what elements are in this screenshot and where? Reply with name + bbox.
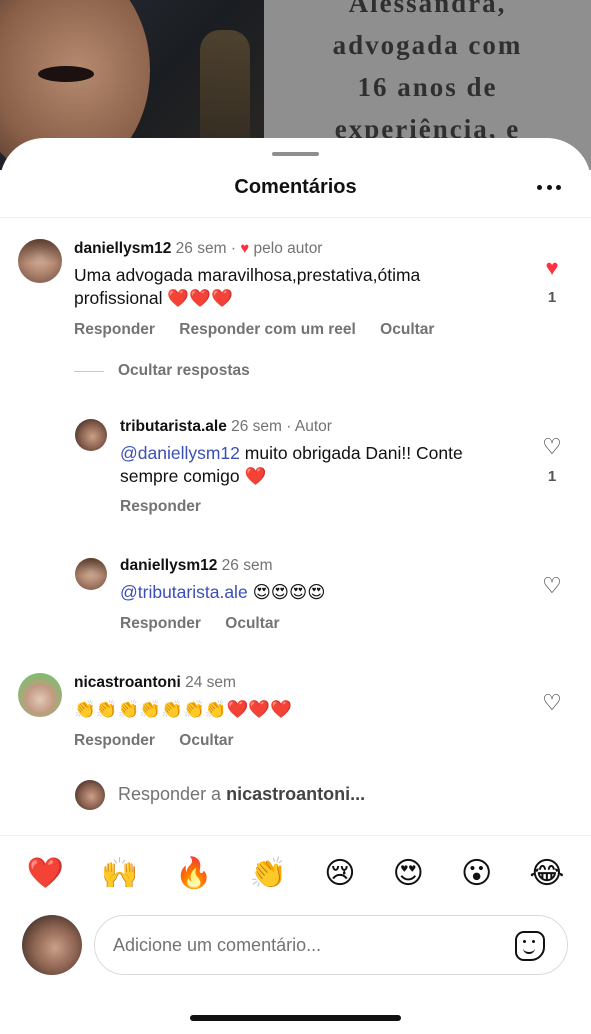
comment-text-body: 😍😍😍😍 <box>252 582 326 602</box>
hide-button[interactable]: Ocultar <box>225 615 279 632</box>
avatar[interactable] <box>18 239 62 283</box>
post-caption-line: Alessandra, <box>348 0 507 18</box>
post-caption-line: 16 anos de <box>357 72 498 102</box>
avatar[interactable] <box>18 673 62 717</box>
avatar[interactable] <box>75 558 107 590</box>
comment-text: 👏👏👏👏👏👏👏❤️❤️❤️ <box>74 699 292 719</box>
comment-actions: Responder <box>120 498 221 516</box>
mention-link[interactable]: @daniellysm12 <box>120 443 240 463</box>
comment-time: 26 sem <box>175 240 227 257</box>
more-options-icon[interactable] <box>537 185 561 191</box>
comments-sheet: Comentários daniellysm12 26 sem · ♥ pelo… <box>0 138 591 1034</box>
replying-to-username: nicastroantoni... <box>226 784 366 804</box>
avatar[interactable] <box>75 419 107 451</box>
author-heart-icon: ♥ <box>240 240 250 257</box>
hide-button[interactable]: Ocultar <box>179 732 233 749</box>
emoji-laughing-button[interactable]: 😂 <box>529 856 564 891</box>
reply-button[interactable]: Responder <box>120 615 201 632</box>
comment-like: ♡ <box>540 575 564 597</box>
hide-replies-label: Ocultar respostas <box>118 362 250 379</box>
comment-input-placeholder: Adicione um comentário... <box>113 934 322 955</box>
comment-header: daniellysm12 26 sem · ♥ pelo autor <box>74 240 322 258</box>
comment-username[interactable]: daniellysm12 <box>120 557 217 574</box>
comment-username[interactable]: daniellysm12 <box>74 240 171 257</box>
heart-outline-icon[interactable]: ♡ <box>540 436 564 458</box>
divider <box>0 835 591 836</box>
separator-dot: · <box>286 418 292 435</box>
sheet-title: Comentários <box>234 176 357 198</box>
comment-header: nicastroantoni 24 sem <box>74 674 236 692</box>
comment-input[interactable]: Adicione um comentário... <box>94 915 568 975</box>
comment-actions: Responder Ocultar <box>74 732 254 750</box>
comment-actions: Responder Responder com um reel Ocultar <box>74 321 454 339</box>
like-count: 1 <box>547 289 557 306</box>
home-indicator <box>190 1015 401 1021</box>
emoji-raising-hands-button[interactable]: 🙌 <box>101 856 138 891</box>
sticker-icon[interactable] <box>515 931 545 961</box>
comment-like: ♡ <box>540 692 564 714</box>
reply-button[interactable]: Responder <box>74 732 155 749</box>
avatar <box>75 780 105 810</box>
emoji-fire-button[interactable]: 🔥 <box>175 856 212 891</box>
emoji-crying-button[interactable]: 😢 <box>324 856 355 891</box>
comment-header: tributarista.ale 26 sem · Autor <box>120 418 332 436</box>
comment-header: daniellysm12 26 sem <box>120 557 273 575</box>
reply-with-reel-button[interactable]: Responder com um reel <box>179 321 356 338</box>
comment-time: 24 sem <box>185 674 236 691</box>
comment-text: Uma advogada maravilhosa,prestativa,ótim… <box>74 265 421 308</box>
comment-like: ♡ 1 <box>540 436 564 486</box>
hide-replies-toggle[interactable]: Ocultar respostas <box>74 362 250 380</box>
heart-filled-icon[interactable]: ♥ <box>540 257 564 279</box>
emoji-clapping-button[interactable]: 👏 <box>250 856 287 891</box>
emoji-heart-button[interactable]: ❤️ <box>27 856 64 891</box>
comment-time: 26 sem <box>221 557 273 574</box>
separator-dot: · <box>230 240 236 257</box>
liked-by-author-label: pelo autor <box>253 240 323 257</box>
post-caption-line: advogada com <box>332 30 523 60</box>
replying-to-bar: Responder a nicastroantoni... <box>118 784 365 805</box>
justice-statue-image <box>200 30 250 140</box>
current-user-avatar <box>22 915 82 975</box>
hide-button[interactable]: Ocultar <box>380 321 434 338</box>
reply-button[interactable]: Responder <box>120 498 201 515</box>
sheet-grabber[interactable] <box>272 152 319 156</box>
reply-button[interactable]: Responder <box>74 321 155 338</box>
author-badge: Autor <box>294 418 332 435</box>
emoji-quick-bar: ❤️ 🙌 🔥 👏 😢 😍 😮 😂 <box>0 856 591 891</box>
comment-username[interactable]: tributarista.ale <box>120 418 227 435</box>
comment-username[interactable]: nicastroantoni <box>74 674 181 691</box>
like-count: 1 <box>547 468 557 485</box>
comment-like: ♥ 1 <box>540 257 564 307</box>
mention-link[interactable]: @tributarista.ale <box>120 582 248 602</box>
heart-outline-icon[interactable]: ♡ <box>540 575 564 597</box>
comment-time: 26 sem <box>231 418 282 435</box>
replying-to-label: Responder a <box>118 784 222 804</box>
comment-text: @daniellysm12 muito obrigada Dani!! Cont… <box>120 442 520 488</box>
emoji-surprised-button[interactable]: 😮 <box>461 856 492 891</box>
comment-actions: Responder Ocultar <box>120 615 300 633</box>
heart-outline-icon[interactable]: ♡ <box>540 692 564 714</box>
emoji-heart-eyes-button[interactable]: 😍 <box>393 856 424 891</box>
divider <box>0 217 591 218</box>
comment-text: @tributarista.ale 😍😍😍😍 <box>120 581 520 604</box>
